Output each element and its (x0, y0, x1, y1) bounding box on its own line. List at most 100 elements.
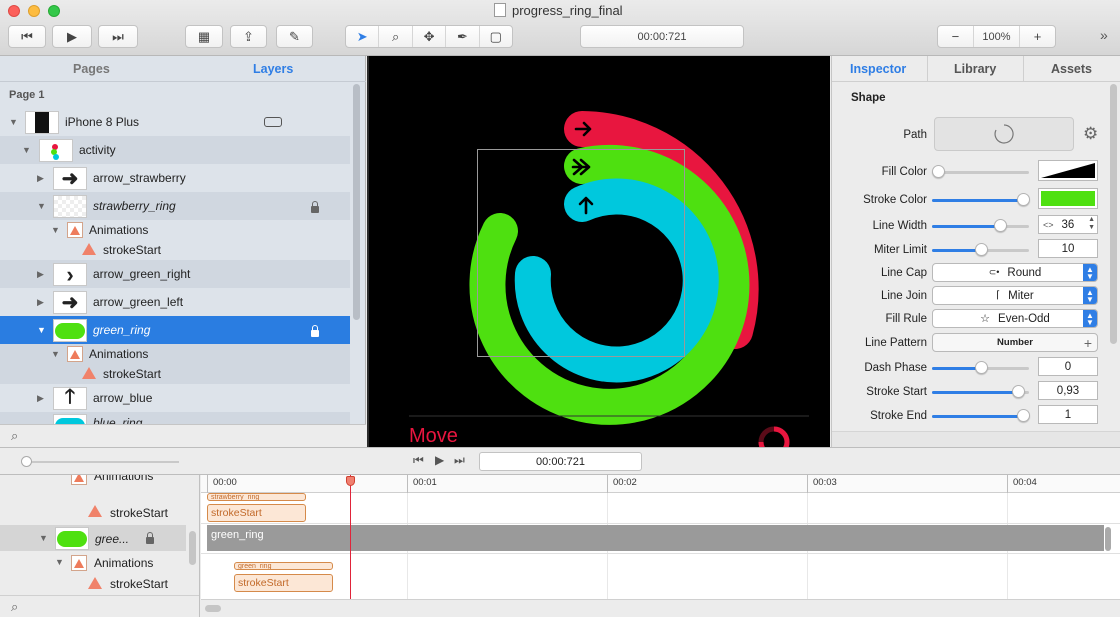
search-icon[interactable]: ⌕ (11, 428, 18, 444)
line-pattern-control[interactable]: Number + (932, 333, 1098, 352)
disclosure-triangle-icon[interactable]: ▶ (37, 173, 44, 184)
inspector-scrollbar[interactable] (1110, 84, 1117, 344)
stroke-color-well[interactable] (1038, 188, 1098, 209)
layer-row[interactable]: ▼ strawberry_ring (0, 192, 350, 220)
disclosure-triangle-icon[interactable]: ▶ (37, 393, 44, 404)
green-strokestart-clip[interactable]: strokeStart (234, 574, 333, 592)
film-button[interactable]: ▦ (185, 25, 223, 48)
close-window-button[interactable] (8, 5, 20, 17)
timeline-row[interactable]: strokeStart (0, 501, 199, 525)
layers-scrollbar[interactable] (353, 84, 360, 320)
disclosure-triangle-icon[interactable]: ▼ (37, 325, 46, 335)
layer-row[interactable]: ▼ activity (0, 136, 350, 164)
fill-color-well[interactable] (1038, 160, 1098, 181)
line-join-popup[interactable]: ⌈ Miter ▲ ▼ (932, 286, 1098, 305)
tab-layers[interactable]: Layers (253, 62, 293, 76)
layer-row[interactable]: strokeStart (0, 240, 350, 260)
zoom-in-button[interactable]: + (1020, 26, 1055, 47)
strawberry-ring-clip[interactable]: strawberry_ring (207, 493, 306, 501)
gear-icon[interactable]: ⚙ (1083, 124, 1098, 144)
stepper-icon[interactable]: ▲ ▼ (1088, 216, 1095, 232)
disclosure-triangle-icon[interactable]: ▼ (22, 145, 31, 155)
layer-row-selected[interactable]: ▼ green_ring (0, 316, 350, 344)
zoom-tool[interactable]: ⌕ (379, 26, 413, 47)
disclosure-triangle-icon[interactable]: ▼ (55, 557, 64, 567)
stroke-start-slider[interactable] (932, 385, 1029, 398)
zoom-out-button[interactable]: − (938, 26, 974, 47)
timeline-row[interactable]: ▼ Animations (0, 553, 199, 573)
timeline-row[interactable]: strokeStart (0, 573, 199, 593)
fast-forward-button[interactable]: ⏭ (98, 25, 138, 48)
layer-row[interactable]: ▶ ➜ arrow_green_left (0, 288, 350, 316)
timeline-zoom-knob[interactable] (21, 456, 32, 467)
line-width-field[interactable]: <> 36 ▲ ▼ (1038, 215, 1098, 234)
time-ruler[interactable]: 00:00 00:01 00:02 00:03 00:04 (201, 475, 1120, 493)
canvas-area[interactable]: Move (367, 56, 830, 447)
tab-inspector[interactable]: Inspector (850, 62, 906, 76)
tab-pages[interactable]: Pages (73, 62, 110, 76)
rewind-button[interactable]: ⏮ (8, 25, 46, 48)
minimize-window-button[interactable] (28, 5, 40, 17)
shape-tool[interactable]: ▢ (480, 26, 512, 47)
green-ring-track-bar[interactable]: green_ring (207, 525, 1104, 551)
layer-row[interactable]: blue_ring (0, 412, 350, 424)
disclosure-triangle-icon[interactable]: ▼ (39, 533, 48, 543)
timeline-layers-scrollbar[interactable] (189, 531, 196, 565)
disclosure-triangle-icon[interactable]: ▼ (51, 225, 60, 235)
miter-limit-field[interactable]: 10 (1038, 239, 1098, 258)
disclosure-triangle-icon[interactable]: ▶ (37, 269, 44, 280)
blue-ring[interactable] (514, 178, 719, 383)
playhead[interactable] (350, 475, 351, 601)
lock-icon[interactable] (311, 325, 319, 337)
toolbar-timecode[interactable]: 00:00:721 (580, 25, 744, 48)
lock-icon[interactable] (311, 201, 319, 213)
tab-library[interactable]: Library (954, 62, 996, 76)
track-scrollbar[interactable] (1105, 527, 1111, 551)
disclosure-triangle-icon[interactable]: ▼ (9, 117, 18, 127)
edit-button[interactable]: ✎ (276, 25, 313, 48)
layer-row[interactable]: ▶ ➜ arrow_strawberry (0, 164, 350, 192)
fast-forward-icon[interactable]: ⏭ (454, 453, 465, 468)
play-button[interactable]: ▶ (52, 25, 92, 48)
stroke-end-slider[interactable] (932, 409, 1030, 422)
timeline-timecode[interactable]: 00:00:721 (479, 452, 642, 471)
layer-row[interactable]: ▼ Animations (0, 344, 350, 364)
layer-row[interactable]: ▼ iPhone 8 Plus (0, 108, 350, 136)
disclosure-triangle-icon[interactable]: ▼ (51, 349, 60, 359)
share-button[interactable]: ⇪ (230, 25, 267, 48)
layer-row[interactable]: strokeStart (0, 364, 350, 384)
timeline-hscroll[interactable] (201, 599, 1120, 617)
timeline-row-selected[interactable]: ▼ gree... (0, 525, 186, 551)
play-icon[interactable]: ▶ (435, 453, 444, 467)
disclosure-triangle-icon[interactable]: ▼ (37, 201, 46, 211)
zoom-level[interactable]: 100% (974, 26, 1021, 47)
green-ring-clip[interactable]: green_ring (234, 562, 333, 570)
disclosure-triangle-icon[interactable]: ▶ (37, 297, 44, 308)
skip-back-icon[interactable]: ⏮ (413, 453, 424, 468)
select-tool[interactable]: ➤ (346, 26, 380, 47)
line-cap-popup[interactable]: ⊂• Round ▲ ▼ (932, 263, 1098, 282)
layer-row[interactable]: ▶ 🡑 arrow_blue (0, 384, 350, 412)
overflow-chevron-icon[interactable]: » (1100, 27, 1108, 43)
playhead-handle[interactable] (346, 476, 355, 486)
path-preview[interactable] (934, 117, 1074, 151)
lock-icon[interactable] (146, 532, 154, 544)
timeline-zoom-slider[interactable] (25, 461, 179, 463)
stroke-start-field[interactable]: 0,93 (1038, 381, 1098, 400)
miter-limit-slider[interactable] (932, 243, 1029, 256)
strawberry-strokestart-clip[interactable]: strokeStart (207, 504, 306, 522)
dash-phase-slider[interactable] (932, 361, 1029, 374)
timeline-row[interactable]: Animations (0, 475, 199, 499)
fill-color-slider[interactable] (932, 165, 1029, 178)
line-width-slider[interactable] (932, 219, 1029, 232)
move-tool[interactable]: ✥ (413, 26, 447, 47)
layer-row[interactable]: ▼ Animations (0, 220, 350, 240)
fill-rule-popup[interactable]: ☆ Even-Odd ▲ ▼ (932, 309, 1098, 328)
stroke-end-field[interactable]: 1 (1038, 405, 1098, 424)
add-icon[interactable]: + (1084, 335, 1092, 351)
pen-tool[interactable]: ✒ (446, 26, 480, 47)
stroke-color-slider[interactable] (932, 193, 1030, 206)
tab-assets[interactable]: Assets (1051, 62, 1092, 76)
search-icon[interactable]: ⌕ (11, 599, 18, 615)
layer-row[interactable]: ▶ › arrow_green_right (0, 260, 350, 288)
